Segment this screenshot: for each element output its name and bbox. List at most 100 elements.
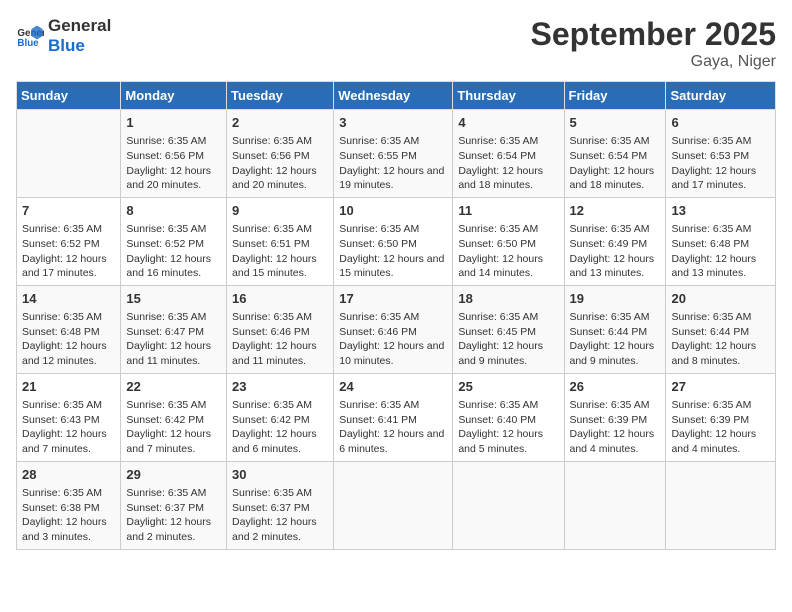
cell-info-line: Sunrise: 6:35 AM (126, 486, 221, 501)
day-header-thursday: Thursday (453, 82, 564, 110)
cell-info-line: Sunrise: 6:35 AM (126, 222, 221, 237)
cell-info-line: Sunrise: 6:35 AM (126, 310, 221, 325)
calendar-cell (453, 461, 564, 549)
calendar-cell (564, 461, 666, 549)
day-number: 17 (339, 290, 447, 308)
calendar-cell: 3Sunrise: 6:35 AMSunset: 6:55 PMDaylight… (334, 110, 453, 198)
cell-info-line: Daylight: 12 hours and 5 minutes. (458, 427, 558, 456)
calendar-cell: 28 Sunrise: 6:35 AMSunset: 6:38 PMDayligh… (17, 461, 121, 549)
week-row-5: 28Sunrise: 6:35 AMSunset: 6:38 PMDayligh… (17, 461, 776, 549)
cell-info-line: Sunrise: 6:35 AM (339, 134, 447, 149)
cell-info-line: Daylight: 12 hours and 9 minutes. (458, 339, 558, 368)
cell-info-line: Daylight: 12 hours and 8 minutes. (671, 339, 770, 368)
cell-info-line: Daylight: 12 hours and 17 minutes. (22, 252, 115, 281)
cell-info-line: Sunrise: 6:35 AM (458, 134, 558, 149)
day-number: 28 (22, 466, 115, 484)
cell-info-line: Sunset: 6:46 PM (339, 325, 447, 340)
cell-info-line: Sunset: 6:53 PM (671, 149, 770, 164)
cell-info-line: Sunrise: 6:35 AM (232, 310, 328, 325)
cell-info-line: Sunset: 6:52 PM (126, 237, 221, 252)
calendar-cell: 5Sunrise: 6:35 AMSunset: 6:54 PMDaylight… (564, 110, 666, 198)
cell-info-line: Sunrise: 6:35 AM (232, 134, 328, 149)
cell-info-line: Sunset: 6:56 PM (126, 149, 221, 164)
cell-info-line: Sunset: 6:41 PM (339, 413, 447, 428)
cell-info-line: Sunrise: 6:35 AM (570, 398, 661, 413)
calendar-cell: 23Sunrise: 6:35 AMSunset: 6:42 PMDayligh… (227, 373, 334, 461)
day-number: 25 (458, 378, 558, 396)
calendar-cell: 21Sunrise: 6:35 AMSunset: 6:43 PMDayligh… (17, 373, 121, 461)
calendar-cell: 8 Sunrise: 6:35 AMSunset: 6:52 PMDaylight… (121, 197, 227, 285)
week-row-3: 14Sunrise: 6:35 AMSunset: 6:48 PMDayligh… (17, 285, 776, 373)
cell-info-line: Sunrise: 6:35 AM (232, 486, 328, 501)
calendar-cell: 1Sunrise: 6:35 AMSunset: 6:56 PMDaylight… (121, 110, 227, 198)
cell-info-line: Daylight: 12 hours and 6 minutes. (232, 427, 328, 456)
calendar-cell: 10Sunrise: 6:35 AMSunset: 6:50 PMDayligh… (334, 197, 453, 285)
cell-info-line: Sunrise: 6:35 AM (570, 310, 661, 325)
day-number: 27 (671, 378, 770, 396)
cell-info-line: Sunrise: 6:35 AM (22, 486, 115, 501)
cell-info-line: Sunset: 6:38 PM (22, 501, 115, 516)
cell-info-line: Sunrise: 6:35 AM (22, 398, 115, 413)
day-number: 29 (126, 466, 221, 484)
day-number: 26 (570, 378, 661, 396)
calendar-cell: 9Sunrise: 6:35 AMSunset: 6:51 PMDaylight… (227, 197, 334, 285)
cell-info-line: Daylight: 12 hours and 2 minutes. (126, 515, 221, 544)
cell-info-line: Sunrise: 6:35 AM (458, 398, 558, 413)
cell-info-line: Daylight: 12 hours and 4 minutes. (570, 427, 661, 456)
day-number: 23 (232, 378, 328, 396)
day-header-tuesday: Tuesday (227, 82, 334, 110)
day-header-saturday: Saturday (666, 82, 776, 110)
header: General Blue General Blue September 2025… (16, 16, 776, 71)
calendar-cell: 17Sunrise: 6:35 AMSunset: 6:46 PMDayligh… (334, 285, 453, 373)
cell-info-line: Sunset: 6:48 PM (22, 325, 115, 340)
calendar-cell (334, 461, 453, 549)
cell-info-line: Daylight: 12 hours and 9 minutes. (570, 339, 661, 368)
cell-info-line: Sunset: 6:46 PM (232, 325, 328, 340)
calendar-cell: 15Sunrise: 6:35 AMSunset: 6:47 PMDayligh… (121, 285, 227, 373)
cell-info-line: Sunset: 6:48 PM (671, 237, 770, 252)
cell-info-line: Sunrise: 6:35 AM (339, 398, 447, 413)
cell-info-line: Sunset: 6:50 PM (458, 237, 558, 252)
calendar-cell: 16Sunrise: 6:35 AMSunset: 6:46 PMDayligh… (227, 285, 334, 373)
cell-info-line: Daylight: 12 hours and 15 minutes. (232, 252, 328, 281)
cell-info-line: Sunrise: 6:35 AM (22, 310, 115, 325)
day-header-monday: Monday (121, 82, 227, 110)
day-number: 8 (126, 202, 221, 220)
cell-info-line: Daylight: 12 hours and 11 minutes. (126, 339, 221, 368)
cell-info-line: Daylight: 12 hours and 10 minutes. (339, 339, 447, 368)
cell-info-line: Sunrise: 6:35 AM (458, 310, 558, 325)
cell-info-line: Sunset: 6:51 PM (232, 237, 328, 252)
cell-info-line: Sunrise: 6:35 AM (126, 398, 221, 413)
cell-info-line: Daylight: 12 hours and 15 minutes. (339, 252, 447, 281)
cell-info-line: Daylight: 12 hours and 14 minutes. (458, 252, 558, 281)
logo: General Blue General Blue (16, 16, 111, 57)
logo-line1: General (48, 16, 111, 36)
cell-info-line: Sunset: 6:42 PM (232, 413, 328, 428)
cell-info-line: Daylight: 12 hours and 19 minutes. (339, 164, 447, 193)
cell-info-line: Daylight: 12 hours and 3 minutes. (22, 515, 115, 544)
cell-info-line: Daylight: 12 hours and 11 minutes. (232, 339, 328, 368)
cell-info-line: Sunset: 6:47 PM (126, 325, 221, 340)
calendar-cell: 14Sunrise: 6:35 AMSunset: 6:48 PMDayligh… (17, 285, 121, 373)
cell-info-line: Sunset: 6:39 PM (570, 413, 661, 428)
week-row-4: 21Sunrise: 6:35 AMSunset: 6:43 PMDayligh… (17, 373, 776, 461)
day-number: 7 (22, 202, 115, 220)
calendar-cell: 20Sunrise: 6:35 AMSunset: 6:44 PMDayligh… (666, 285, 776, 373)
month-title: September 2025 (531, 16, 776, 53)
cell-info-line: Daylight: 12 hours and 4 minutes. (671, 427, 770, 456)
calendar-cell: 11Sunrise: 6:35 AMSunset: 6:50 PMDayligh… (453, 197, 564, 285)
location-title: Gaya, Niger (531, 53, 776, 71)
calendar-cell: 22Sunrise: 6:35 AMSunset: 6:42 PMDayligh… (121, 373, 227, 461)
cell-info-line: Daylight: 12 hours and 17 minutes. (671, 164, 770, 193)
day-number: 11 (458, 202, 558, 220)
cell-info-line: Sunset: 6:49 PM (570, 237, 661, 252)
calendar-cell: 6Sunrise: 6:35 AMSunset: 6:53 PMDaylight… (666, 110, 776, 198)
cell-info-line: Daylight: 12 hours and 18 minutes. (570, 164, 661, 193)
cell-info-line: Sunrise: 6:35 AM (671, 310, 770, 325)
calendar-cell: 7Sunrise: 6:35 AMSunset: 6:52 PMDaylight… (17, 197, 121, 285)
day-number: 10 (339, 202, 447, 220)
day-number: 9 (232, 202, 328, 220)
cell-info-line: Daylight: 12 hours and 16 minutes. (126, 252, 221, 281)
cell-info-line: Sunrise: 6:35 AM (570, 134, 661, 149)
day-number: 3 (339, 114, 447, 132)
